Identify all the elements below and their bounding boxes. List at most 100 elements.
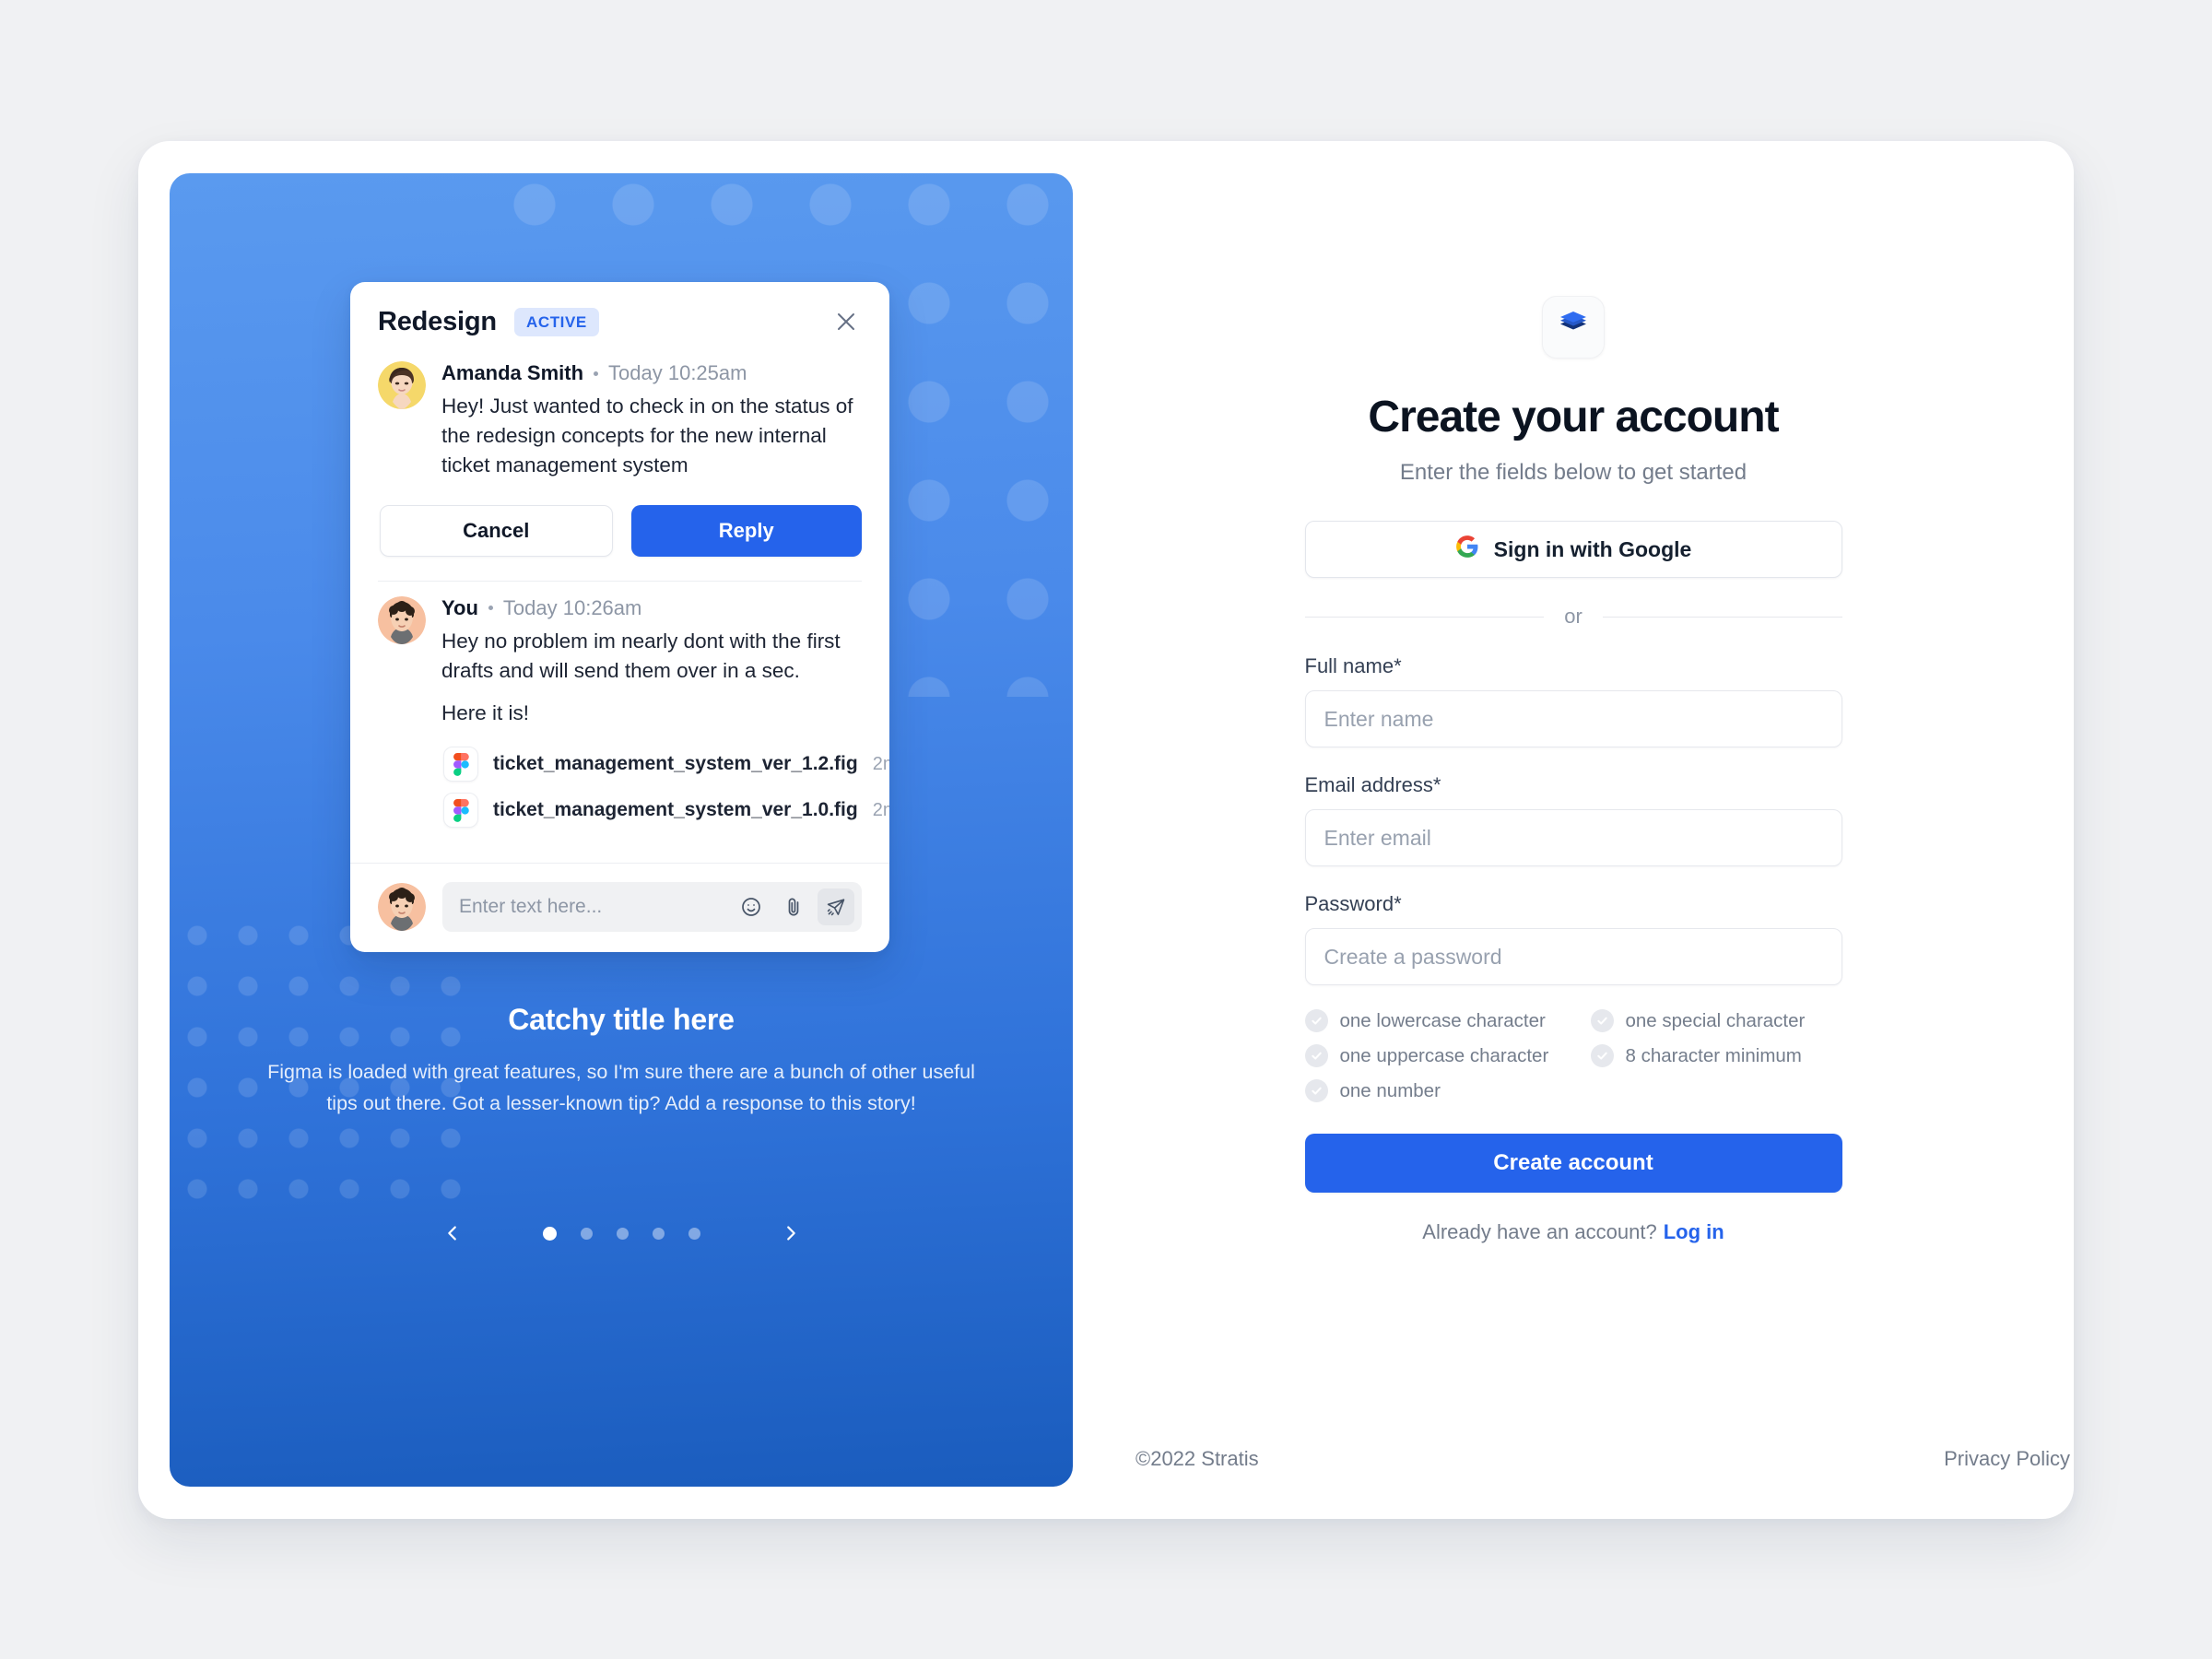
check-circle-icon bbox=[1590, 1044, 1614, 1067]
password-field[interactable] bbox=[1304, 928, 1842, 985]
requirement-label: 8 character minimum bbox=[1625, 1044, 1802, 1066]
send-paper-plane-icon[interactable] bbox=[818, 888, 854, 926]
requirement-label: one special character bbox=[1625, 1009, 1806, 1031]
carousel-dot[interactable] bbox=[616, 1227, 629, 1240]
signup-form-panel: Create your account Enter the fields bel… bbox=[1073, 141, 2074, 1519]
attachment-name: ticket_management_system_ver_1.2.fig bbox=[493, 753, 858, 775]
chat-message-meta: You Today 10:26am bbox=[441, 596, 862, 620]
login-prompt-text: Already have an account? bbox=[1422, 1220, 1657, 1243]
message-timestamp: Today 10:26am bbox=[502, 595, 642, 619]
carousel-dot[interactable] bbox=[652, 1227, 665, 1240]
stacked-layers-logo-icon bbox=[1542, 296, 1605, 359]
separator-dot bbox=[488, 606, 493, 611]
carousel-controls bbox=[170, 1215, 1073, 1252]
copyright-text: ©2022 Stratis bbox=[1135, 1447, 1259, 1470]
message-body: Hey! Just wanted to check in on the stat… bbox=[441, 394, 853, 477]
avatar bbox=[378, 595, 426, 644]
carousel-dot[interactable] bbox=[688, 1227, 700, 1240]
check-circle-icon bbox=[1304, 1079, 1328, 1102]
message-body: Hey no problem im nearly dont with the f… bbox=[441, 629, 841, 682]
check-circle-icon bbox=[1304, 1009, 1328, 1032]
chat-actions: Cancel Reply bbox=[378, 481, 862, 557]
requirement-label: one uppercase character bbox=[1339, 1044, 1549, 1066]
paperclip-icon[interactable] bbox=[775, 888, 812, 925]
password-label: Password* bbox=[1304, 892, 1402, 915]
close-icon[interactable] bbox=[830, 306, 862, 337]
email-field[interactable] bbox=[1304, 809, 1842, 866]
separator-dot bbox=[594, 371, 599, 376]
log-in-link[interactable]: Log in bbox=[1664, 1220, 1724, 1243]
requirement-label: one lowercase character bbox=[1339, 1009, 1546, 1031]
sign-in-with-google-label: Sign in with Google bbox=[1493, 536, 1692, 561]
divider-label: or bbox=[1564, 605, 1583, 628]
attachment-name: ticket_management_system_ver_1.0.fig bbox=[493, 799, 858, 821]
chat-message-content: You Today 10:26am Hey no problem im near… bbox=[441, 596, 889, 840]
attachment-size: 2mb bbox=[872, 799, 889, 820]
app-root: Redesign ACTIVE Amanda Smith Today 10:25… bbox=[0, 0, 2212, 1659]
full-name-label: Full name* bbox=[1304, 654, 1402, 677]
chat-message-content: Amanda Smith Today 10:25am Hey! Just wan… bbox=[441, 361, 862, 481]
attachment-size: 2mb bbox=[872, 753, 889, 774]
password-requirement: one uppercase character bbox=[1304, 1044, 1582, 1067]
field-full-name: Full name* bbox=[1304, 654, 1842, 747]
promo-copy: Catchy title here Figma is loaded with g… bbox=[170, 1003, 1073, 1119]
field-email-address: Email address* bbox=[1304, 773, 1842, 866]
footer: ©2022 Stratis Privacy Policy bbox=[1135, 1447, 2070, 1471]
page-title: Create your account bbox=[1368, 393, 1779, 441]
chat-message-meta: Amanda Smith Today 10:25am bbox=[441, 361, 862, 385]
password-requirements: one lowercase character one special char… bbox=[1304, 1009, 1842, 1102]
figma-icon bbox=[443, 747, 478, 782]
signup-form: Sign in with Google or Full name* Email … bbox=[1304, 521, 1842, 1244]
divider-line-right bbox=[1602, 616, 1842, 618]
google-g-icon bbox=[1455, 535, 1479, 564]
password-requirement: one number bbox=[1304, 1079, 1582, 1102]
check-circle-icon bbox=[1304, 1044, 1328, 1067]
reply-button[interactable]: Reply bbox=[630, 504, 862, 557]
carousel-dot[interactable] bbox=[580, 1227, 593, 1240]
email-address-label: Email address* bbox=[1304, 773, 1441, 796]
chat-card-body: Redesign ACTIVE Amanda Smith Today 10:25… bbox=[350, 282, 889, 863]
page-subtitle: Enter the fields below to get started bbox=[1399, 460, 1747, 485]
message-author: You bbox=[441, 595, 478, 619]
promo-panel: Redesign ACTIVE Amanda Smith Today 10:25… bbox=[170, 173, 1073, 1487]
divider-or: or bbox=[1304, 605, 1842, 629]
chat-card-header: Redesign ACTIVE bbox=[378, 306, 862, 347]
avatar bbox=[378, 361, 426, 409]
cancel-button[interactable]: Cancel bbox=[380, 504, 613, 557]
login-prompt-row: Already have an account? Log in bbox=[1305, 1220, 1842, 1244]
chat-title: Redesign bbox=[378, 306, 497, 336]
status-badge: ACTIVE bbox=[513, 307, 599, 336]
privacy-policy-link[interactable]: Privacy Policy bbox=[1944, 1447, 2070, 1471]
attachment-item[interactable]: ticket_management_system_ver_1.2.fig 2mb bbox=[441, 747, 889, 782]
password-requirement: 8 character minimum bbox=[1590, 1044, 1842, 1067]
password-requirement: one lowercase character bbox=[1304, 1009, 1582, 1032]
figma-icon bbox=[443, 793, 478, 829]
full-name-input[interactable] bbox=[1304, 690, 1842, 747]
promo-title: Catchy title here bbox=[508, 1003, 735, 1036]
divider-line-left bbox=[1304, 616, 1545, 618]
message-body: Here it is! bbox=[441, 700, 530, 724]
chat-message: Amanda Smith Today 10:25am Hey! Just wan… bbox=[378, 347, 862, 481]
chevron-right-icon[interactable] bbox=[772, 1215, 809, 1252]
message-timestamp: Today 10:25am bbox=[608, 361, 747, 384]
message-composer bbox=[350, 863, 889, 952]
attachment-list: ticket_management_system_ver_1.2.fig 2mb bbox=[441, 747, 889, 829]
emoji-smiley-icon[interactable] bbox=[733, 888, 770, 925]
check-circle-icon bbox=[1590, 1009, 1614, 1032]
create-account-button[interactable]: Create account bbox=[1304, 1134, 1842, 1193]
chat-card: Redesign ACTIVE Amanda Smith Today 10:25… bbox=[350, 282, 889, 953]
attachment-item[interactable]: ticket_management_system_ver_1.0.fig 2mb bbox=[441, 793, 889, 829]
chevron-left-icon[interactable] bbox=[434, 1215, 471, 1252]
field-password: Password* bbox=[1304, 892, 1842, 985]
avatar bbox=[378, 883, 426, 932]
carousel-dots bbox=[542, 1226, 700, 1241]
sign-in-with-google-button[interactable]: Sign in with Google bbox=[1304, 521, 1842, 578]
password-requirement: one special character bbox=[1590, 1009, 1842, 1032]
requirement-label: one number bbox=[1339, 1079, 1441, 1101]
promo-body: Figma is loaded with great features, so … bbox=[267, 1061, 975, 1114]
carousel-dot[interactable] bbox=[542, 1226, 557, 1241]
composer-field bbox=[442, 882, 862, 933]
chat-message: You Today 10:26am Hey no problem im near… bbox=[378, 582, 889, 840]
message-author: Amanda Smith bbox=[441, 361, 584, 384]
message-input[interactable] bbox=[459, 896, 727, 919]
